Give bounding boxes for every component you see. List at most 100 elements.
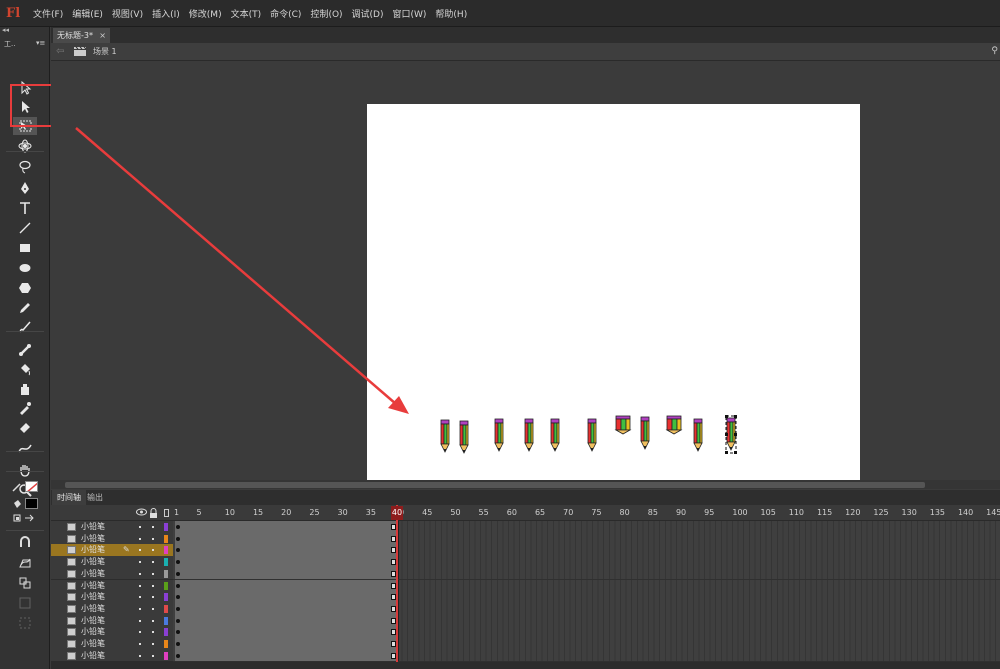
layer-color-swatch[interactable]: [164, 546, 168, 555]
visibility-dot[interactable]: [139, 572, 141, 575]
start-keyframe[interactable]: [176, 606, 180, 611]
frame-track[interactable]: [173, 649, 1000, 663]
menu-item[interactable]: 帮助(H): [435, 7, 467, 20]
pen-tool-icon[interactable]: [13, 179, 37, 197]
tween-span[interactable]: [175, 626, 399, 638]
tween-span[interactable]: [175, 614, 399, 627]
layer-info[interactable]: 小铅笔: [51, 649, 173, 663]
edit-scene-icon[interactable]: ⚲: [991, 46, 998, 56]
back-arrow-icon[interactable]: ⇦: [56, 46, 64, 57]
tween-span[interactable]: [175, 649, 399, 662]
brush-tool-icon[interactable]: [13, 318, 37, 336]
start-keyframe[interactable]: [176, 548, 180, 553]
line-tool-icon[interactable]: [13, 219, 37, 237]
layer-color-swatch[interactable]: [164, 569, 168, 578]
visibility-dot[interactable]: [139, 631, 141, 634]
visibility-dot[interactable]: [139, 561, 141, 564]
current-frame-indicator[interactable]: 40: [391, 506, 403, 520]
pencil-shape[interactable]: [524, 418, 534, 452]
pencil-tool-icon[interactable]: [13, 299, 37, 317]
stage-canvas[interactable]: [367, 104, 860, 480]
visibility-dot[interactable]: [139, 619, 141, 622]
lock-dot[interactable]: [152, 572, 154, 575]
tween-span[interactable]: [175, 579, 399, 592]
tween-span[interactable]: [175, 567, 399, 580]
menu-item[interactable]: 窗口(W): [393, 7, 427, 20]
visibility-dot[interactable]: [139, 549, 141, 552]
layer-name[interactable]: 小铅笔: [81, 615, 105, 627]
start-keyframe[interactable]: [176, 630, 180, 635]
lock-dot[interactable]: [152, 549, 154, 552]
layer-name[interactable]: 小铅笔: [81, 650, 105, 662]
selected-pencil-shape[interactable]: [725, 415, 737, 454]
lock-dot[interactable]: [152, 584, 154, 587]
layer-color-swatch[interactable]: [164, 640, 168, 648]
menu-item[interactable]: 调试(D): [352, 7, 384, 20]
document-tab[interactable]: 无标题-3* ×: [53, 28, 110, 43]
lock-dot[interactable]: [152, 631, 154, 634]
layer-color-swatch[interactable]: [164, 628, 168, 637]
pencil-shape[interactable]: [640, 416, 650, 450]
lock-dot[interactable]: [152, 607, 154, 610]
collapse-panel-icon[interactable]: ◂◂: [2, 26, 9, 34]
layer-color-swatch[interactable]: [164, 523, 168, 531]
layer-color-swatch[interactable]: [164, 593, 168, 602]
rectangle-tool-icon[interactable]: [13, 239, 37, 257]
eyedropper-tool-icon[interactable]: [13, 399, 37, 417]
pencil-shape[interactable]: [550, 418, 560, 452]
lock-dot[interactable]: [152, 654, 154, 657]
layer-name[interactable]: 小铅笔: [81, 580, 105, 592]
layer-name[interactable]: 小铅笔: [81, 533, 105, 545]
start-keyframe[interactable]: [176, 618, 180, 623]
show-hide-icon[interactable]: [136, 508, 147, 519]
layer-row[interactable]: 小铅笔: [51, 649, 1000, 663]
panel-menu-icon[interactable]: ▾≡: [36, 39, 45, 47]
hand-tool-icon[interactable]: [13, 461, 37, 479]
pencil-shape[interactable]: [587, 418, 597, 452]
tween-span[interactable]: [175, 591, 399, 603]
stage-horizontal-scrollbar[interactable]: [51, 480, 1000, 489]
visibility-dot[interactable]: [139, 596, 141, 599]
layer-color-swatch[interactable]: [164, 651, 168, 660]
playhead[interactable]: [396, 505, 398, 669]
width-tool-icon[interactable]: [13, 439, 37, 457]
lock-dot[interactable]: [152, 526, 154, 528]
layer-name[interactable]: 小铅笔: [81, 638, 105, 650]
visibility-dot[interactable]: [139, 526, 141, 528]
visibility-dot[interactable]: [139, 607, 141, 610]
lock-dot[interactable]: [152, 537, 154, 540]
menu-item[interactable]: 文本(T): [231, 7, 262, 20]
outline-toggle-icon[interactable]: [164, 509, 169, 517]
polystar-tool-icon[interactable]: [13, 279, 37, 297]
layer-name[interactable]: 小铅笔: [81, 591, 105, 603]
stroke-color-swatch[interactable]: [25, 481, 38, 492]
start-keyframe[interactable]: [176, 653, 180, 658]
ink-bottle-tool-icon[interactable]: [13, 380, 37, 398]
lock-dot[interactable]: [152, 643, 154, 645]
pencil-shape[interactable]: [440, 419, 450, 453]
layer-name[interactable]: 小铅笔: [81, 603, 105, 615]
layer-name[interactable]: 小铅笔: [81, 626, 105, 638]
lasso-tool-icon[interactable]: [13, 158, 37, 176]
layer-color-swatch[interactable]: [164, 604, 168, 613]
tween-span[interactable]: [175, 544, 399, 557]
stage-area[interactable]: [51, 62, 1000, 480]
pencil-shape[interactable]: [666, 415, 682, 435]
eraser-tool-icon[interactable]: [13, 418, 37, 436]
layer-name[interactable]: 小铅笔: [81, 556, 105, 568]
snap-to-objects-icon[interactable]: [13, 534, 37, 552]
start-keyframe[interactable]: [176, 571, 180, 576]
swap-colors-icon[interactable]: [13, 513, 37, 523]
visibility-dot[interactable]: [139, 537, 141, 540]
tab-output[interactable]: 输出: [82, 490, 108, 505]
tween-span[interactable]: [175, 556, 399, 568]
tween-span[interactable]: [175, 602, 399, 615]
pencil-shape[interactable]: [459, 420, 469, 454]
pencil-shape[interactable]: [693, 418, 703, 452]
layer-color-swatch[interactable]: [164, 616, 168, 625]
close-tab-icon[interactable]: ×: [99, 28, 106, 43]
menu-item[interactable]: 插入(I): [152, 7, 180, 20]
tween-span[interactable]: [175, 532, 399, 545]
visibility-dot[interactable]: [139, 643, 141, 645]
menu-item[interactable]: 视图(V): [112, 7, 143, 20]
